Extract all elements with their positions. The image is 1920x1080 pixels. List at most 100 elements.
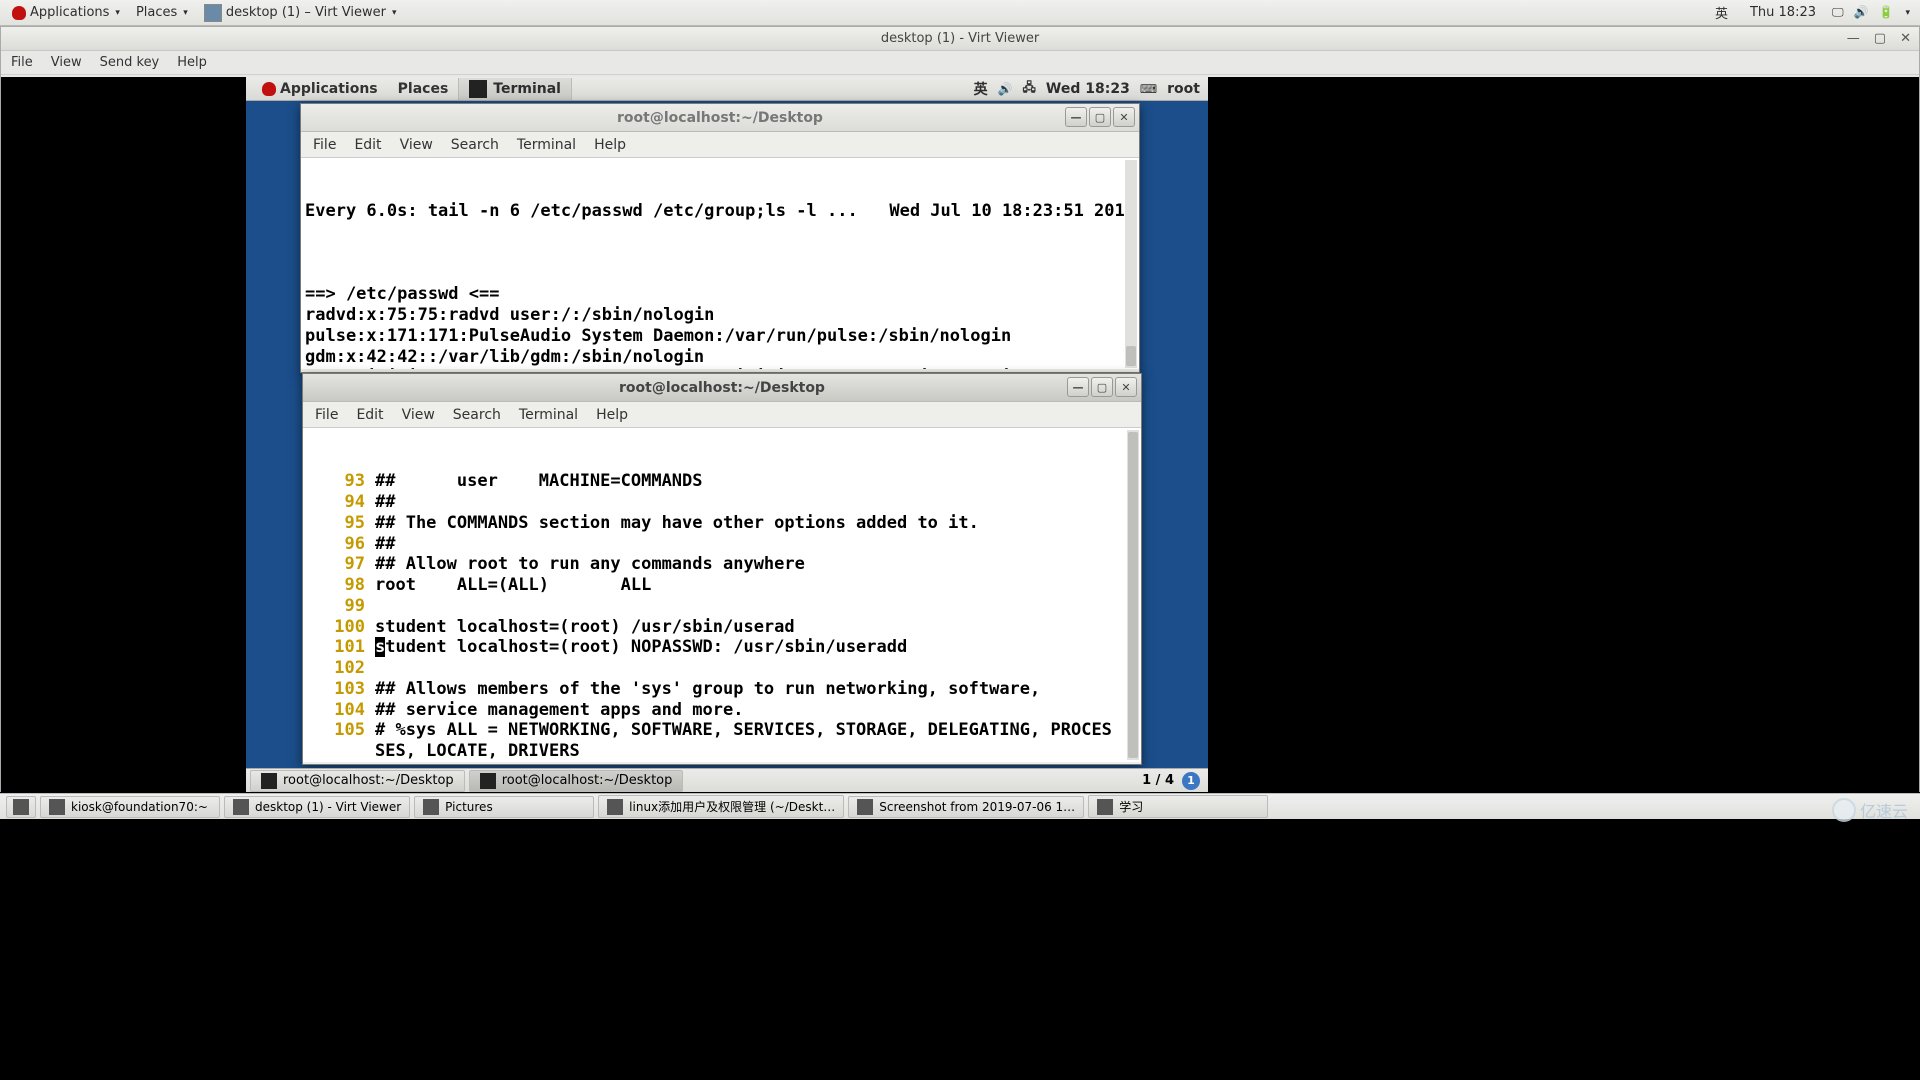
line-number: 104	[307, 700, 375, 721]
vim-line: 95## The COMMANDS section may have other…	[307, 513, 1137, 534]
line-number: 102	[307, 658, 375, 679]
host-show-desktop[interactable]	[6, 796, 36, 818]
watch-cmd: Every 6.0s: tail -n 6 /etc/passwd /etc/g…	[305, 201, 858, 222]
watermark-logo-icon	[1832, 798, 1856, 822]
vim-line: 98root ALL=(ALL) ALL	[307, 575, 1137, 596]
term-menu-file[interactable]: File	[315, 407, 338, 423]
line-number: 96	[307, 534, 375, 555]
term-watch-title: root@localhost:~/Desktop	[617, 110, 823, 126]
term-watch-close[interactable]: ✕	[1113, 107, 1135, 127]
line-number: 100	[307, 617, 375, 638]
guest-places-menu[interactable]: Places	[388, 79, 459, 99]
term-menu-file[interactable]: File	[313, 137, 336, 153]
terminal-vim[interactable]: root@localhost:~/Desktop — ▢ ✕ File Edit…	[302, 373, 1142, 765]
term-vim-close[interactable]: ✕	[1115, 377, 1137, 397]
virt-menu-file[interactable]: File	[11, 55, 33, 70]
vim-line: 101student localhost=(root) NOPASSWD: /u…	[307, 637, 1137, 658]
host-task-study[interactable]: 学习	[1088, 795, 1268, 818]
term-vim-min[interactable]: —	[1067, 377, 1089, 397]
term-menu-help[interactable]: Help	[596, 407, 628, 423]
term-vim-menubar: File Edit View Search Terminal Help	[303, 402, 1141, 428]
terminal-icon	[469, 80, 487, 98]
term-watch-body[interactable]: Every 6.0s: tail -n 6 /etc/passwd /etc/g…	[301, 158, 1139, 369]
vim-line: 93## user MACHINE=COMMANDS	[307, 471, 1137, 492]
line-number: 95	[307, 513, 375, 534]
term-vim-max[interactable]: ▢	[1091, 377, 1113, 397]
terminal-watch[interactable]: root@localhost:~/Desktop — ▢ ✕ File Edit…	[300, 103, 1140, 373]
term-vim-scrollbar[interactable]	[1127, 430, 1139, 760]
host-task-pictures[interactable]: Pictures	[414, 796, 594, 818]
term-vim-body[interactable]: 93## user MACHINE=COMMANDS94##95## The C…	[303, 428, 1141, 762]
host-input-lang[interactable]: 英	[1709, 1, 1734, 24]
watch-timestamp: Wed Jul 10 18:23:51 2019	[889, 201, 1135, 222]
guest-apps-menu[interactable]: Applications	[252, 79, 388, 99]
guest-input-lang[interactable]: 英	[974, 79, 988, 99]
term-menu-search[interactable]: Search	[451, 137, 499, 153]
term-menu-terminal[interactable]: Terminal	[519, 407, 578, 423]
virt-menu-view[interactable]: View	[51, 55, 82, 70]
virt-close-button[interactable]: ✕	[1900, 31, 1911, 46]
terminal-icon	[49, 799, 65, 815]
display-icon[interactable]	[1832, 5, 1844, 20]
virt-min-button[interactable]: —	[1847, 31, 1860, 46]
show-desktop-icon	[13, 799, 29, 815]
volume-icon[interactable]	[1854, 5, 1869, 20]
line-number: 97	[307, 554, 375, 575]
term-watch-titlebar[interactable]: root@localhost:~/Desktop — ▢ ✕	[301, 104, 1139, 132]
vim-line: 100student localhost=(root) /usr/sbin/us…	[307, 617, 1137, 638]
guest-taskbar: root@localhost:~/Desktop root@localhost:…	[246, 768, 1208, 792]
guest-clock[interactable]: Wed 18:23	[1046, 81, 1130, 97]
host-apps-menu[interactable]: Applications▾	[6, 3, 126, 22]
guest-user[interactable]: root	[1167, 81, 1200, 97]
term-menu-search[interactable]: Search	[453, 407, 501, 423]
line-number: 94	[307, 492, 375, 513]
term-watch-scrollbar[interactable]	[1125, 160, 1137, 368]
guest-task-term1[interactable]: root@localhost:~/Desktop	[250, 770, 465, 792]
host-task-kiosk[interactable]: kiosk@foundation70:~	[40, 796, 220, 818]
virtual-desktop: Applications Places Terminal 英 Wed 18:23…	[1, 77, 1919, 792]
term-menu-edit[interactable]: Edit	[354, 137, 381, 153]
term-vim-titlebar[interactable]: root@localhost:~/Desktop — ▢ ✕	[303, 374, 1141, 402]
term-menu-help[interactable]: Help	[594, 137, 626, 153]
watch-line	[305, 264, 1135, 285]
gnome-hat-icon	[262, 82, 276, 96]
term-menu-view[interactable]: View	[400, 137, 433, 153]
keyboard-icon[interactable]	[1140, 81, 1157, 97]
watch-line: gdm:x:42:42::/var/lib/gdm:/sbin/nologin	[305, 347, 1135, 368]
watermark: 亿速云	[1832, 798, 1908, 822]
virtviewer-title: desktop (1) - Virt Viewer	[881, 31, 1039, 46]
virt-menu-sendkey[interactable]: Send key	[100, 55, 160, 70]
guest-task-terminal[interactable]: Terminal	[458, 78, 572, 100]
workspace-badge[interactable]: 1	[1182, 772, 1200, 790]
term-menu-terminal[interactable]: Terminal	[517, 137, 576, 153]
vim-line: 97## Allow root to run any commands anyw…	[307, 554, 1137, 575]
term-menu-view[interactable]: View	[402, 407, 435, 423]
line-number: 101	[307, 637, 375, 658]
host-task-virtviewer[interactable]: desktop (1) – Virt Viewer▾	[198, 2, 403, 24]
watch-line: ==> /etc/passwd <==	[305, 284, 1135, 305]
line-number: 99	[307, 596, 375, 617]
document-icon	[607, 799, 623, 815]
virtviewer-icon	[233, 799, 249, 815]
term-menu-edit[interactable]: Edit	[356, 407, 383, 423]
term-watch-max[interactable]: ▢	[1089, 107, 1111, 127]
network-icon[interactable]	[1023, 78, 1036, 99]
host-task-screenshot[interactable]: Screenshot from 2019-07-06 1…	[848, 796, 1084, 818]
line-number: 98	[307, 575, 375, 596]
host-system-caret[interactable]: ▾	[1905, 8, 1910, 18]
host-clock[interactable]: Thu 18:23	[1744, 3, 1822, 22]
term-watch-min[interactable]: —	[1065, 107, 1087, 127]
vim-line: 102	[307, 658, 1137, 679]
line-number: 103	[307, 679, 375, 700]
battery-icon[interactable]	[1879, 5, 1894, 20]
term-vim-title: root@localhost:~/Desktop	[619, 380, 825, 396]
host-topbar: Applications▾ Places▾ desktop (1) – Virt…	[0, 0, 1920, 26]
host-task-doc[interactable]: linux添加用户及权限管理 (~/Deskt…	[598, 795, 844, 818]
virt-menu-help[interactable]: Help	[177, 55, 207, 70]
host-task-virt[interactable]: desktop (1) - Virt Viewer	[224, 796, 410, 818]
volume-icon[interactable]	[998, 81, 1013, 97]
virtviewer-titlebar[interactable]: desktop (1) - Virt Viewer — ▢ ✕	[1, 27, 1919, 51]
virt-max-button[interactable]: ▢	[1874, 31, 1886, 46]
guest-task-term2[interactable]: root@localhost:~/Desktop	[469, 770, 684, 792]
host-places-menu[interactable]: Places▾	[130, 3, 194, 22]
